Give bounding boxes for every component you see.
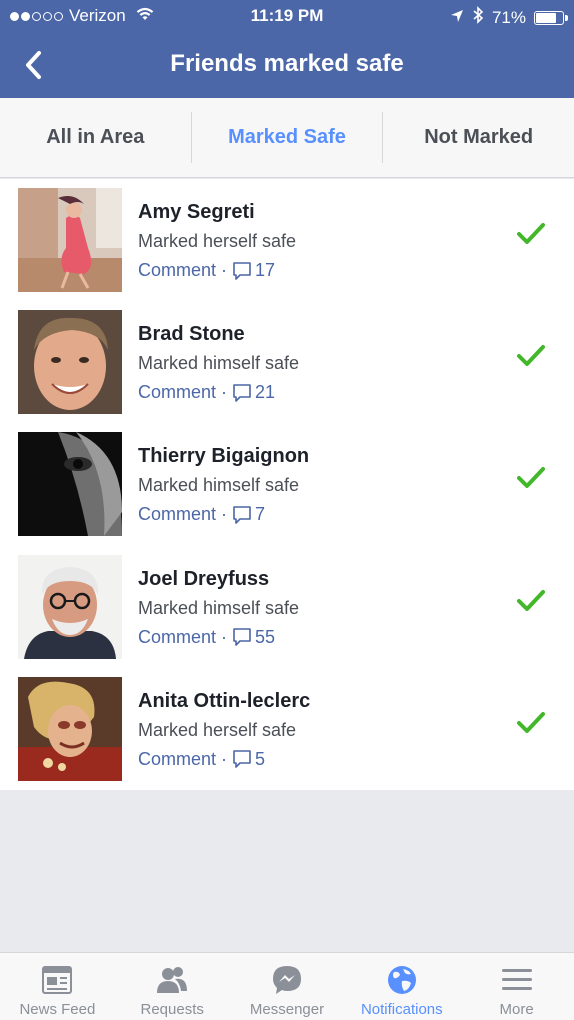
list-item[interactable]: Amy Segreti Marked herself safe Comment … <box>0 179 574 301</box>
person-name[interactable]: Thierry Bigaignon <box>138 445 309 468</box>
comment-count[interactable]: 55 <box>255 627 275 648</box>
list-item[interactable]: Brad Stone Marked himself safe Comment ·… <box>0 301 574 423</box>
battery-percent: 71% <box>491 7 526 27</box>
menu-icon <box>500 963 534 997</box>
tab-news-feed[interactable]: News Feed <box>0 953 115 1020</box>
avatar[interactable] <box>18 432 122 537</box>
person-name[interactable]: Amy Segreti <box>138 201 255 224</box>
avatar[interactable] <box>18 310 122 415</box>
comment-link[interactable]: Comment <box>138 749 216 770</box>
checkmark-icon <box>516 588 546 614</box>
safety-status: Marked herself safe <box>138 719 297 740</box>
nav-bar: Friends marked safe <box>0 32 574 98</box>
tab-label: Requests <box>140 1001 204 1018</box>
status-bar: Verizon 11:19 PM 71% <box>0 0 574 32</box>
checkmark-icon <box>516 221 546 247</box>
comment-row: Comment · 5 <box>138 749 265 770</box>
battery-icon <box>534 10 568 25</box>
news-feed-icon <box>40 963 74 997</box>
comment-bubble-icon <box>232 261 252 281</box>
comment-count[interactable]: 5 <box>255 749 265 770</box>
tab-label: News Feed <box>19 1001 96 1018</box>
separator-dot: · <box>221 382 228 403</box>
safety-status: Marked herself safe <box>138 231 297 251</box>
person-name[interactable]: Anita Ottin-leclerc <box>138 690 310 713</box>
list-item[interactable]: Anita Ottin-leclerc Marked herself safe … <box>0 668 574 790</box>
comment-link[interactable]: Comment <box>138 260 216 281</box>
comment-link[interactable]: Comment <box>138 627 216 648</box>
comment-bubble-icon <box>232 627 252 647</box>
separator-dot: · <box>221 748 228 769</box>
tab-label: Notifications <box>360 1001 443 1018</box>
bottom-tab-bar: News Feed Requests Messenger Notificatio… <box>0 952 574 1020</box>
messenger-icon <box>270 963 304 997</box>
tab-label: More <box>499 1001 534 1018</box>
comment-row: Comment · 17 <box>138 260 275 281</box>
comment-count[interactable]: 21 <box>255 382 275 403</box>
requests-icon <box>155 963 189 997</box>
tab-messenger[interactable]: Messenger <box>230 953 345 1020</box>
page-title: Friends marked safe <box>170 50 404 77</box>
safety-status: Marked himself safe <box>138 597 300 618</box>
avatar[interactable] <box>18 554 122 659</box>
globe-icon <box>385 963 419 997</box>
bluetooth-icon <box>472 6 484 29</box>
comment-count[interactable]: 17 <box>255 260 275 281</box>
checkmark-icon <box>516 465 546 491</box>
comment-row: Comment · 55 <box>138 627 275 648</box>
tab-not-marked[interactable]: Not Marked <box>383 98 574 177</box>
friends-list: Amy Segreti Marked herself safe Comment … <box>0 179 574 790</box>
person-name[interactable]: Joel Dreyfuss <box>138 568 269 591</box>
separator-dot: · <box>221 626 228 647</box>
location-icon <box>450 8 464 28</box>
comment-bubble-icon <box>232 505 252 525</box>
comment-count[interactable]: 7 <box>255 504 265 525</box>
comment-bubble-icon <box>232 749 252 769</box>
comment-link[interactable]: Comment <box>138 382 216 403</box>
checkmark-icon <box>516 343 546 369</box>
separator-dot: · <box>221 504 228 525</box>
comment-row: Comment · 21 <box>138 382 275 403</box>
safety-status: Marked himself safe <box>138 475 300 496</box>
tab-label: Messenger <box>249 1001 325 1018</box>
top-bar: Verizon 11:19 PM 71% Friends marked safe <box>0 0 574 98</box>
tab-marked-safe[interactable]: Marked Safe <box>192 98 383 177</box>
tab-all-in-area[interactable]: All in Area <box>0 98 191 177</box>
tab-more[interactable]: More <box>459 953 574 1020</box>
comment-bubble-icon <box>232 383 252 403</box>
avatar[interactable] <box>18 676 122 781</box>
avatar[interactable] <box>18 188 122 292</box>
filter-tabs: All in Area Marked Safe Not Marked <box>0 98 574 178</box>
list-item[interactable]: Joel Dreyfuss Marked himself safe Commen… <box>0 546 574 668</box>
separator-dot: · <box>221 260 228 280</box>
list-item[interactable]: Thierry Bigaignon Marked himself safe Co… <box>0 423 574 545</box>
comment-link[interactable]: Comment <box>138 504 216 525</box>
tab-requests[interactable]: Requests <box>115 953 230 1020</box>
safety-status: Marked himself safe <box>138 353 300 374</box>
person-name[interactable]: Brad Stone <box>138 323 245 346</box>
tab-notifications[interactable]: Notifications <box>344 953 459 1020</box>
status-right: 71% <box>450 6 568 29</box>
comment-row: Comment · 7 <box>138 504 265 525</box>
battery-level <box>536 12 556 23</box>
checkmark-icon <box>516 710 546 736</box>
